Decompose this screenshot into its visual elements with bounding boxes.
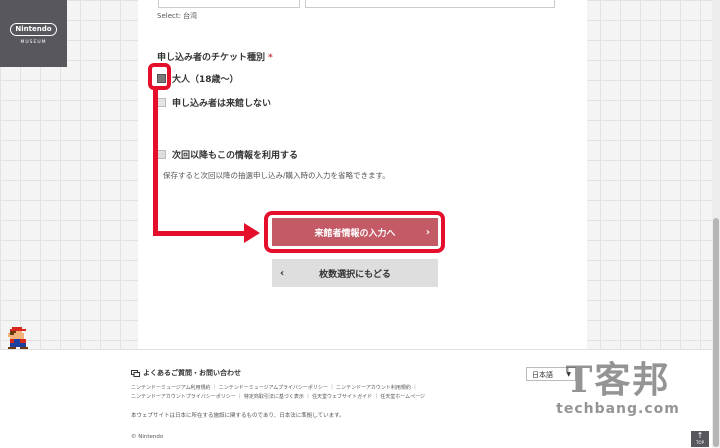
select-note: Select: 台湾: [157, 12, 198, 20]
required-mark: *: [268, 53, 273, 63]
faq-link[interactable]: よくあるご質問・お問い合わせ: [131, 368, 241, 378]
faq-label: よくあるご質問・お問い合わせ: [143, 369, 241, 377]
legal-notice: 本ウェブサイトは日本に所在する施設に関するものであり、日本法に準拠しています。: [131, 413, 345, 419]
option-adult-label: 大人（18歳～）: [172, 75, 239, 85]
form-card: Select: 台湾 申し込み者のチケット種別 * 大人（18歳～） 申し込み者は…: [138, 0, 587, 349]
save-info-note: 保存すると次回以降の抽選申し込み/購入時の入力を省略できます。: [163, 171, 390, 180]
back-button-label: 枚数選択にもどる: [319, 269, 391, 280]
highlight-arrow-line-vertical: [153, 90, 158, 236]
top-button-label: TOP: [695, 440, 704, 445]
back-to-quantity-button[interactable]: ‹ 枚数選択にもどる: [272, 259, 438, 287]
checkbox-save-info[interactable]: [157, 150, 166, 159]
back-to-top-button[interactable]: ↑ TOP: [691, 431, 709, 447]
mario-sprite-icon: [8, 327, 28, 351]
highlight-arrow-line-horizontal: [153, 231, 248, 236]
option-not-visiting-label: 申し込み者は来館しない: [172, 99, 272, 109]
highlight-arrow-head: [244, 223, 260, 243]
ticket-type-title-text: 申し込み者のチケット種別: [157, 53, 266, 63]
scrollbar-thumb[interactable]: [713, 218, 719, 447]
nintendo-museum-logo[interactable]: Nintendo MUSEUM: [0, 0, 67, 67]
techbang-watermark: T客邦 techbang.com: [538, 359, 698, 431]
watermark-logo: T客邦: [565, 359, 671, 401]
checkbox-not-visiting[interactable]: [157, 98, 166, 107]
highlight-box-checkbox: [148, 63, 171, 90]
watermark-url: techbang.com: [556, 401, 680, 417]
footer-links-row-1[interactable]: ニンテンドーミュージアム利用規約 ｜ ニンテンドーミュージアムプライバシーポリシ…: [131, 384, 417, 391]
footer: よくあるご質問・お問い合わせ ニンテンドーミュージアム利用規約 ｜ ニンテンドー…: [0, 349, 712, 448]
highlight-box-next-button: [264, 211, 445, 253]
save-info-label: 次回以降もこの情報を利用する: [172, 151, 299, 161]
footer-links-row-2[interactable]: ニンテンドーアカウントプライバシーポリシー ｜ 特定商取引法に基づく表示 ｜ 任…: [131, 393, 425, 400]
save-info-option[interactable]: 次回以降もこの情報を利用する: [157, 148, 298, 161]
chat-icon: [131, 369, 140, 377]
chevron-left-icon: ‹: [280, 267, 285, 279]
country-select-left[interactable]: [158, 0, 300, 8]
arrow-up-icon: ↑: [696, 431, 704, 440]
ticket-type-title: 申し込み者のチケット種別 *: [157, 50, 273, 63]
option-not-visiting[interactable]: 申し込み者は来館しない: [157, 96, 271, 109]
page-scrollbar[interactable]: [712, 0, 720, 447]
country-select-right[interactable]: [305, 0, 555, 8]
copyright: © Nintendo: [131, 434, 164, 440]
logo-sub: MUSEUM: [20, 39, 47, 45]
logo-brand: Nintendo: [10, 22, 57, 36]
